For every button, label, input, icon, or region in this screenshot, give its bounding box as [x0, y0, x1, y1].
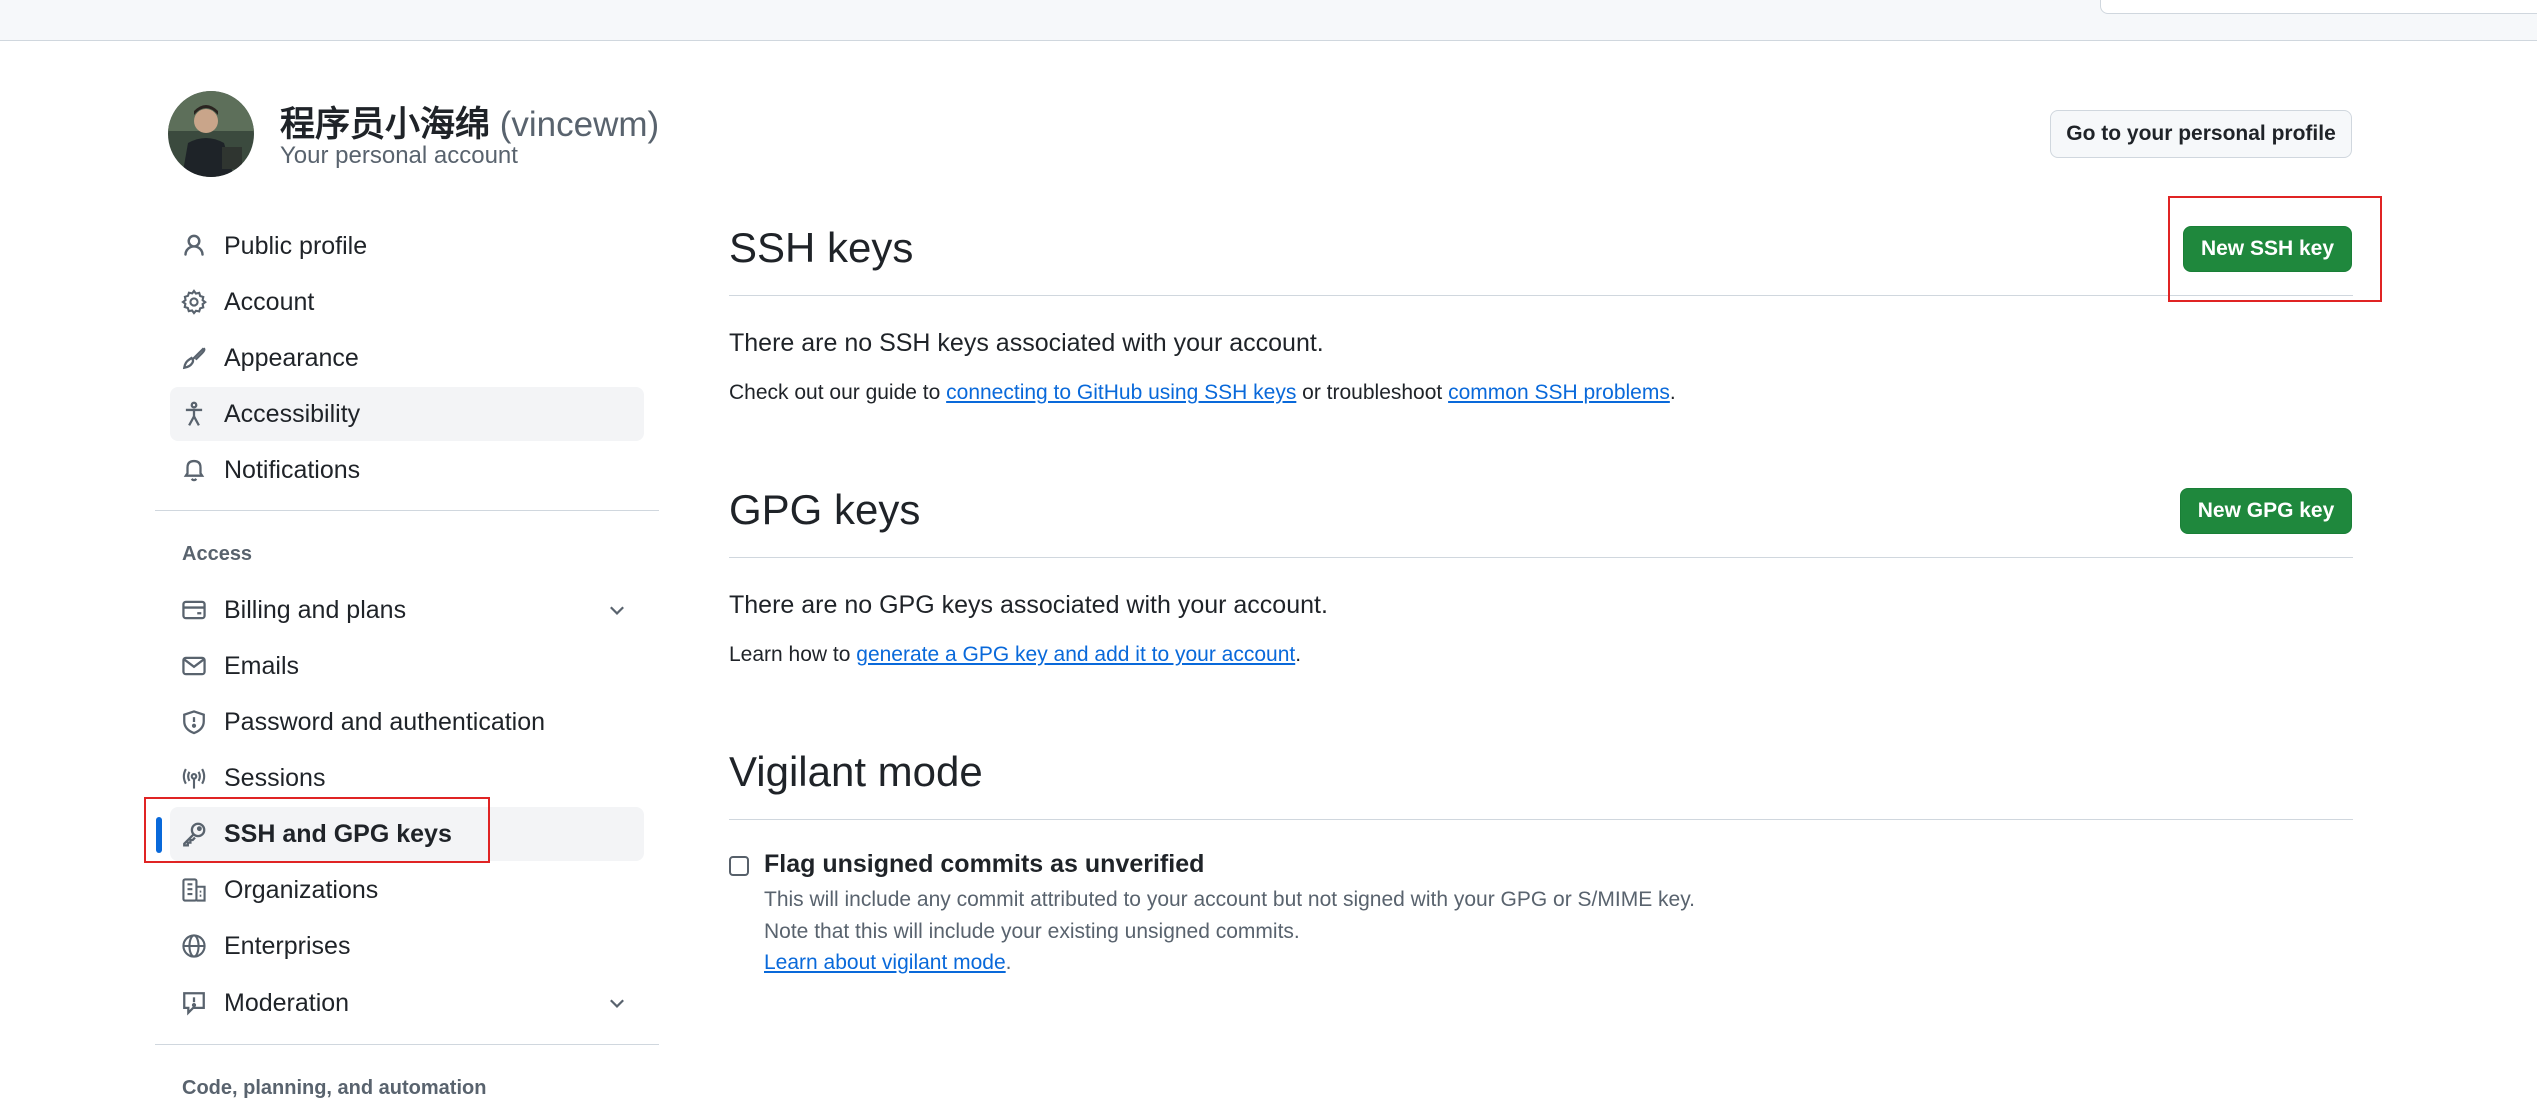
ssh-guide-link[interactable]: connecting to GitHub using SSH keys — [946, 381, 1296, 404]
sidebar-item-billing[interactable]: Billing and plans — [170, 583, 644, 637]
display-name: 程序员小海绵 — [280, 105, 491, 144]
accessibility-icon — [181, 401, 207, 427]
highlight-box-sidebar — [144, 797, 490, 863]
sidebar-item-label: Organizations — [224, 876, 379, 904]
sidebar-item-notifications[interactable]: Notifications — [170, 443, 644, 497]
globe-icon — [181, 933, 207, 959]
vigilant-description-2: Note that this will include your existin… — [764, 920, 1300, 943]
sidebar-divider — [155, 510, 659, 511]
sidebar-item-account[interactable]: Account — [170, 275, 644, 329]
sidebar-item-password[interactable]: Password and authentication — [170, 695, 644, 749]
gpg-learn-link[interactable]: generate a GPG key and add it to your ac… — [856, 643, 1295, 666]
sidebar-item-label: Enterprises — [224, 932, 351, 960]
vigilant-learn-text: Learn about vigilant mode. — [764, 951, 1012, 975]
username: (vincewm) — [499, 105, 660, 144]
bell-icon — [181, 457, 207, 483]
sidebar-item-label: Sessions — [224, 764, 326, 792]
sidebar-item-accessibility[interactable]: Accessibility — [170, 387, 644, 441]
sidebar-item-public-profile[interactable]: Public profile — [170, 219, 644, 273]
gear-icon — [181, 289, 207, 315]
vigilant-mode-title: Vigilant mode — [729, 748, 983, 795]
chevron-down-icon[interactable] — [606, 992, 628, 1014]
flag-unsigned-label[interactable]: Flag unsigned commits as unverified — [764, 850, 1204, 879]
shield-icon — [181, 709, 207, 735]
search-input[interactable] — [2100, 0, 2537, 14]
ssh-keys-title: SSH keys — [729, 224, 914, 271]
go-to-profile-button[interactable]: Go to your personal profile — [2050, 110, 2352, 158]
sidebar-item-appearance[interactable]: Appearance — [170, 331, 644, 385]
new-gpg-key-button[interactable]: New GPG key — [2180, 488, 2352, 534]
credit-card-icon — [181, 597, 207, 623]
section-divider — [729, 557, 2353, 558]
vigilant-learn-link[interactable]: Learn about vigilant mode — [764, 951, 1006, 974]
paintbrush-icon — [181, 345, 207, 371]
gpg-learn-prefix: Learn how to — [729, 643, 857, 666]
highlight-box-new-ssh-key — [2168, 196, 2382, 302]
ssh-empty-message: There are no SSH keys associated with yo… — [729, 329, 1324, 357]
sidebar-item-label: Appearance — [224, 344, 359, 372]
organization-icon — [181, 877, 207, 903]
mail-icon — [181, 653, 207, 679]
user-display-name: 程序员小海绵 (vincewm) — [280, 96, 659, 147]
vigilant-learn-suffix: . — [1005, 951, 1012, 974]
gpg-empty-message: There are no GPG keys associated with yo… — [729, 591, 1328, 619]
sidebar-item-enterprises[interactable]: Enterprises — [170, 919, 644, 973]
section-divider — [729, 295, 2353, 296]
sidebar-item-label: Accessibility — [224, 400, 361, 428]
sidebar-item-label: Billing and plans — [224, 596, 407, 624]
ssh-problems-link[interactable]: common SSH problems — [1448, 381, 1670, 404]
sidebar-item-label: Password and authentication — [224, 708, 546, 736]
person-icon — [181, 233, 207, 259]
ssh-guide-text: Check out our guide to connecting to Git… — [729, 381, 1676, 405]
account-subtitle: Your personal account — [280, 142, 518, 169]
section-divider — [729, 819, 2353, 820]
sidebar-item-label: Account — [224, 288, 315, 316]
sidebar-item-moderation[interactable]: Moderation — [170, 976, 644, 1030]
ssh-guide-suffix: . — [1669, 381, 1676, 404]
sidebar-item-emails[interactable]: Emails — [170, 639, 644, 693]
sidebar-heading-code: Code, planning, and automation — [182, 1077, 487, 1099]
sidebar-heading-access: Access — [182, 543, 253, 565]
gpg-learn-text: Learn how to generate a GPG key and add … — [729, 643, 1301, 667]
top-bar — [0, 0, 2537, 41]
sidebar-item-label: Notifications — [224, 456, 361, 484]
sidebar-item-label: Public profile — [224, 232, 368, 260]
sidebar-item-organizations[interactable]: Organizations — [170, 863, 644, 917]
gpg-learn-suffix: . — [1295, 643, 1302, 666]
sidebar-divider — [155, 1044, 659, 1045]
chevron-down-icon[interactable] — [606, 599, 628, 621]
sidebar-item-label: Emails — [224, 652, 300, 680]
broadcast-icon — [181, 765, 207, 791]
gpg-keys-title: GPG keys — [729, 486, 921, 533]
avatar — [168, 91, 254, 177]
report-icon — [181, 990, 207, 1016]
ssh-guide-prefix: Check out our guide to — [729, 381, 947, 404]
sidebar-item-label: Moderation — [224, 989, 350, 1017]
flag-unsigned-checkbox[interactable] — [729, 856, 749, 876]
ssh-guide-middle: or troubleshoot — [1296, 381, 1449, 404]
vigilant-description-1: This will include any commit attributed … — [764, 888, 1696, 911]
